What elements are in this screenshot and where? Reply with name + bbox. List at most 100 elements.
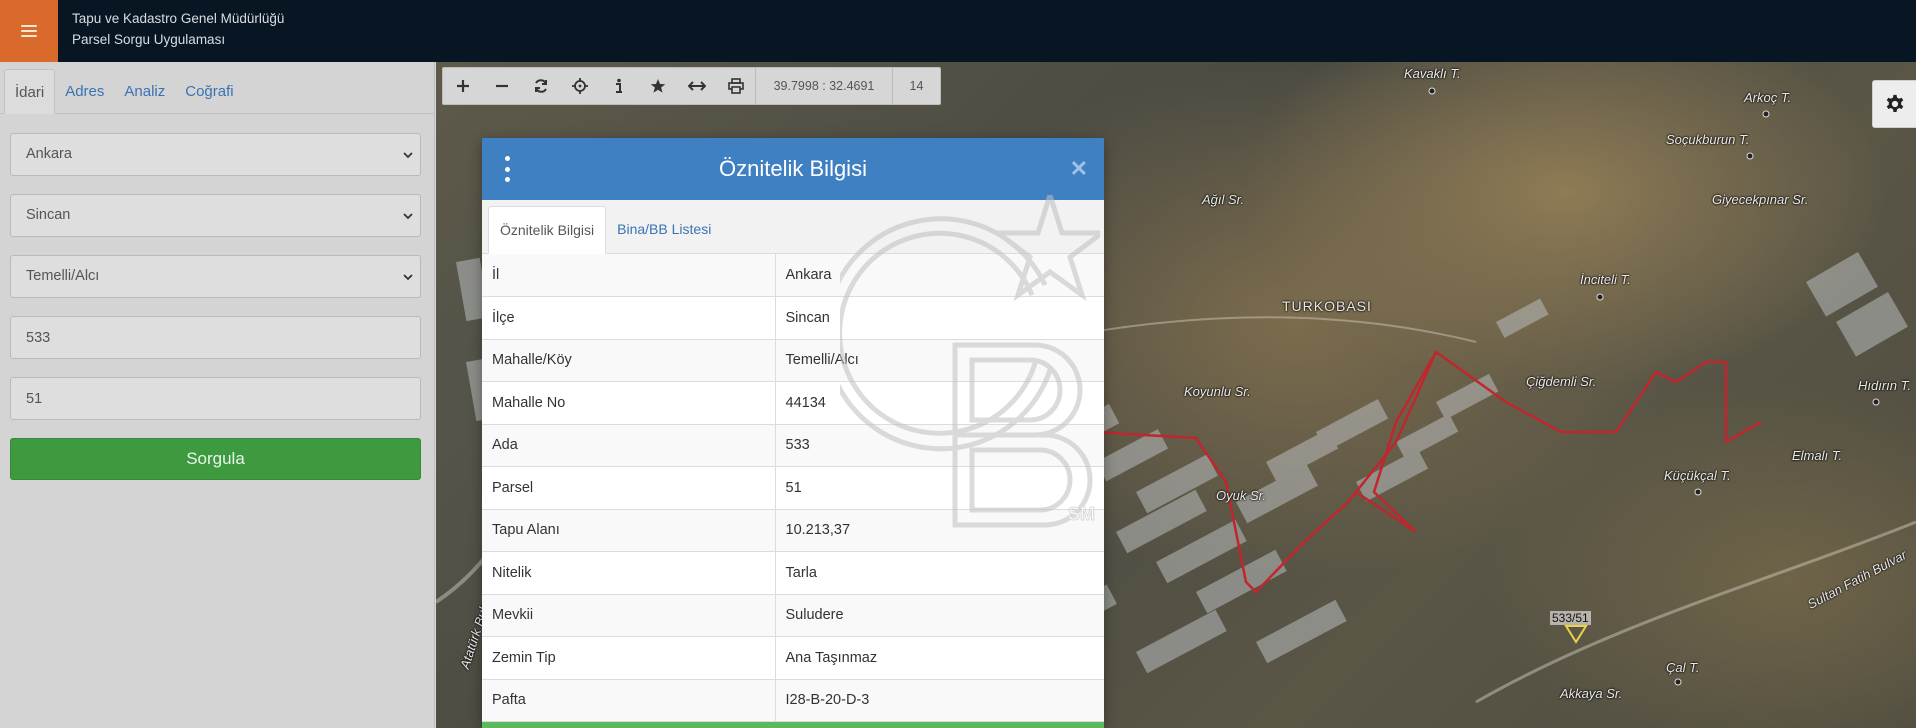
map-label: Soçukburun T. bbox=[1666, 132, 1750, 147]
attribute-key: İlçe bbox=[482, 296, 776, 340]
parsel-input[interactable] bbox=[26, 378, 420, 419]
attribute-value: Temelli/Alcı bbox=[775, 339, 1104, 382]
map-label: Koyunlu Sr. bbox=[1184, 384, 1251, 399]
map-label: Arkoç T. bbox=[1744, 90, 1792, 105]
map-label: Küçükçal T. bbox=[1664, 468, 1731, 483]
favorite-button[interactable] bbox=[638, 68, 677, 104]
attribute-value: Ankara bbox=[775, 254, 1104, 297]
attribute-value: Suludere bbox=[775, 594, 1104, 637]
attribute-value: Tarla bbox=[775, 551, 1104, 595]
coordinate-readout: 39.7998 : 32.4691 bbox=[755, 68, 892, 104]
close-icon[interactable]: ✕ bbox=[1070, 156, 1088, 182]
arrows-horizontal-icon bbox=[687, 81, 706, 91]
attribute-key: İl bbox=[482, 254, 776, 297]
map-toolbar: 39.7998 : 32.4691 14 bbox=[442, 67, 941, 105]
tab-bina-bb-listesi[interactable]: Bina/BB Listesi bbox=[606, 206, 722, 253]
tab-analiz[interactable]: Analiz bbox=[114, 69, 175, 114]
map-label: Elmalı T. bbox=[1792, 448, 1843, 463]
il-select-value: Ankara bbox=[26, 146, 72, 162]
star-icon bbox=[650, 79, 665, 93]
zoom-out-button[interactable] bbox=[482, 68, 521, 104]
attribute-value: 533 bbox=[775, 424, 1104, 467]
attribute-key: Mevkii bbox=[482, 594, 776, 637]
parsel-field[interactable] bbox=[10, 377, 421, 420]
sorgula-button[interactable]: Sorgula bbox=[10, 438, 421, 480]
plus-icon bbox=[456, 80, 469, 92]
map-label: Kavaklı T. bbox=[1404, 66, 1461, 81]
info-icon bbox=[615, 78, 622, 93]
dialog-footer-strip bbox=[482, 722, 1104, 728]
attribute-key: Tapu Alanı bbox=[482, 509, 776, 552]
zoom-level-readout: 14 bbox=[892, 68, 940, 104]
attribute-value: I28-B-20-D-3 bbox=[775, 679, 1104, 722]
dialog-tabs: Öznitelik Bilgisi Bina/BB Listesi bbox=[482, 200, 1104, 254]
table-row: Nitelik Tarla bbox=[482, 551, 1104, 595]
attribute-dialog: Öznitelik Bilgisi ✕ Öznitelik Bilgisi Bi… bbox=[482, 138, 1104, 728]
print-button[interactable] bbox=[716, 68, 755, 104]
refresh-button[interactable] bbox=[521, 68, 560, 104]
table-row: Mahalle No 44134 bbox=[482, 381, 1104, 425]
chevron-down-icon bbox=[403, 152, 413, 159]
gear-icon bbox=[1886, 94, 1903, 112]
dialog-header: Öznitelik Bilgisi ✕ bbox=[482, 138, 1104, 200]
map-label: Akkaya Sr. bbox=[1560, 686, 1623, 701]
print-icon bbox=[727, 78, 744, 94]
il-select[interactable]: Ankara bbox=[10, 133, 421, 176]
app-brand: Tapu ve Kadastro Genel Müdürlüğü Parsel … bbox=[72, 8, 284, 50]
top-bar: Tapu ve Kadastro Genel Müdürlüğü Parsel … bbox=[0, 0, 1916, 62]
mahalle-select-value: Temelli/Alcı bbox=[26, 268, 100, 284]
tab-cografi[interactable]: Coğrafi bbox=[175, 69, 243, 114]
ilce-select[interactable]: Sincan bbox=[10, 194, 421, 237]
map-label: Ağıl Sr. bbox=[1202, 192, 1245, 207]
attribute-value: Ana Taşınmaz bbox=[775, 636, 1104, 680]
map-label: Hıdırın T. bbox=[1858, 378, 1911, 393]
attribute-table: İl Ankara İlçe Sincan Mahalle/Köy Temelli/A… bbox=[482, 254, 1104, 722]
attribute-key: Mahalle No bbox=[482, 381, 776, 425]
attribute-key: Parsel bbox=[482, 466, 776, 510]
table-row: Ada 533 bbox=[482, 424, 1104, 467]
mahalle-select[interactable]: Temelli/Alcı bbox=[10, 255, 421, 298]
attribute-key: Ada bbox=[482, 424, 776, 467]
hamburger-icon bbox=[21, 25, 37, 37]
table-row: İlçe Sincan bbox=[482, 296, 1104, 340]
ada-field[interactable] bbox=[10, 316, 421, 359]
query-form: Ankara Sincan Temelli/Alcı Sorgula bbox=[0, 133, 434, 480]
map-label: Çiğdemli Sr. bbox=[1526, 374, 1597, 389]
attribute-key: Mahalle/Köy bbox=[482, 339, 776, 382]
table-row: Zemin Tip Ana Taşınmaz bbox=[482, 636, 1104, 680]
settings-button[interactable] bbox=[1872, 80, 1916, 128]
map-label: Oyuk Sr. bbox=[1216, 488, 1267, 503]
info-button[interactable] bbox=[599, 68, 638, 104]
app-name: Parsel Sorgu Uygulaması bbox=[72, 32, 226, 47]
locate-button[interactable] bbox=[560, 68, 599, 104]
dialog-title: Öznitelik Bilgisi bbox=[719, 156, 867, 181]
tab-oznitelik-bilgisi[interactable]: Öznitelik Bilgisi bbox=[488, 206, 607, 254]
map-label: Çal T. bbox=[1666, 660, 1700, 675]
table-row: Tapu Alanı 10.213,37 bbox=[482, 509, 1104, 552]
map-label: Giyecekpınar Sr. bbox=[1712, 192, 1809, 207]
tab-idari[interactable]: İdari bbox=[4, 69, 56, 114]
attribute-value: 10.213,37 bbox=[775, 509, 1104, 552]
sidebar-tabs: İdari Adres Analiz Coğrafi bbox=[0, 62, 434, 114]
hamburger-menu-button[interactable] bbox=[0, 0, 58, 62]
map-label: İnciteli T. bbox=[1580, 272, 1631, 287]
refresh-icon bbox=[534, 79, 547, 93]
table-row: İl Ankara bbox=[482, 254, 1104, 297]
tab-adres[interactable]: Adres bbox=[55, 69, 114, 114]
minus-icon bbox=[495, 84, 508, 88]
attribute-value: 51 bbox=[775, 466, 1104, 510]
ada-input[interactable] bbox=[26, 317, 420, 358]
zoom-in-button[interactable] bbox=[443, 68, 482, 104]
attribute-key: Zemin Tip bbox=[482, 636, 776, 680]
org-name: Tapu ve Kadastro Genel Müdürlüğü bbox=[72, 11, 285, 26]
parcel-label: 533/51 bbox=[1550, 611, 1591, 625]
measure-button[interactable] bbox=[677, 68, 716, 104]
map-label: TURKOBASI bbox=[1282, 298, 1372, 314]
attribute-value: Sincan bbox=[775, 296, 1104, 340]
table-row: Mahalle/Köy Temelli/Alcı bbox=[482, 339, 1104, 382]
chevron-down-icon bbox=[403, 274, 413, 281]
query-sidebar: İdari Adres Analiz Coğrafi Ankara Sincan… bbox=[0, 62, 435, 728]
chevron-down-icon bbox=[403, 213, 413, 220]
table-row: Parsel 51 bbox=[482, 466, 1104, 510]
attribute-value: 44134 bbox=[775, 381, 1104, 425]
